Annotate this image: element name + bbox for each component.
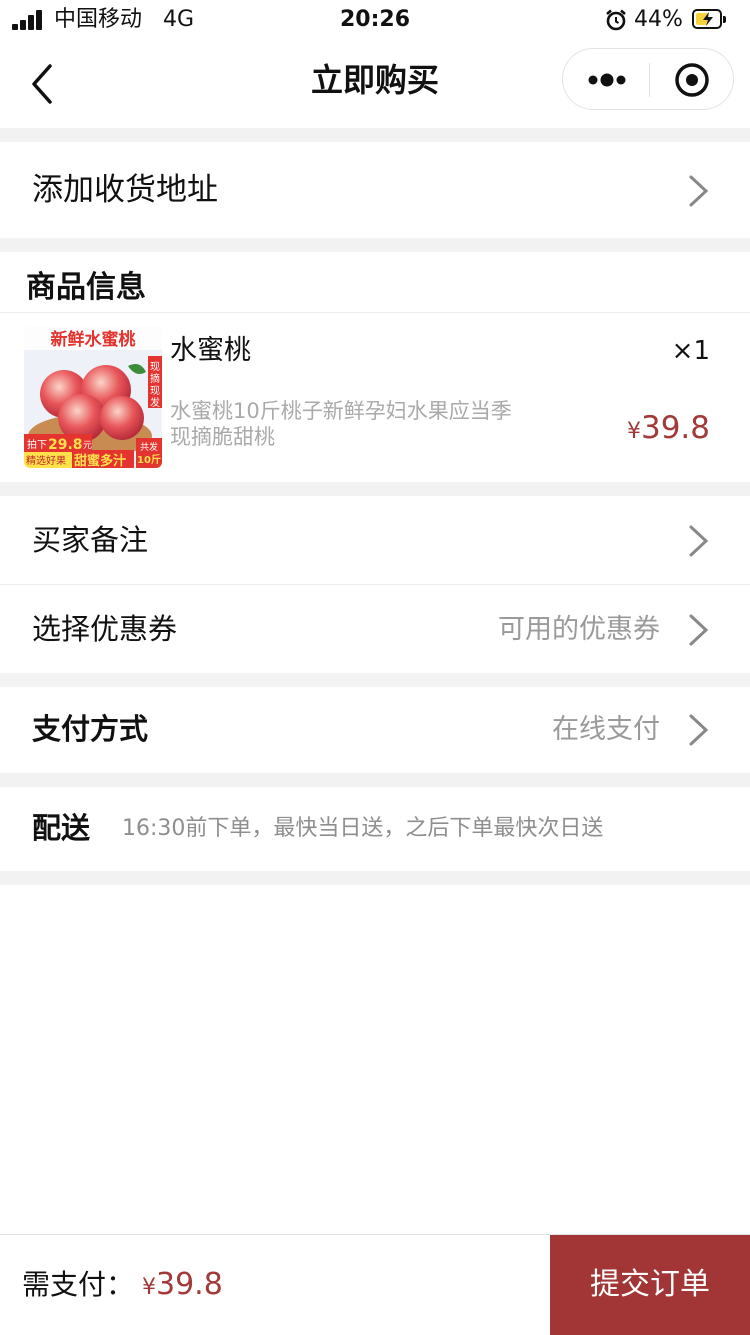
select-coupon-row[interactable]: 选择优惠券 可用的优惠券 [0,585,750,673]
product-name[interactable]: 水蜜桃 [170,334,251,368]
product-image[interactable]: 新鲜水蜜桃 现摘现发 拍下 29.8 元 精选好果 甜蜜多汁 共发 10斤 [24,326,162,468]
mini-program-capsule [562,48,734,110]
section-gap [0,773,750,787]
section-gap [0,673,750,687]
peach-image: 新鲜水蜜桃 现摘现发 拍下 29.8 元 精选好果 甜蜜多汁 共发 10斤 [24,326,162,468]
payment-method-row[interactable]: 支付方式 在线支付 [0,687,750,773]
chevron-right-icon [689,175,709,207]
amount-currency: ¥ [142,1275,156,1300]
tagline-two: 甜蜜多汁 [74,453,126,468]
promo-prefix: 拍下 [27,438,47,451]
product-description: 水蜜桃10斤桃子新鲜孕妇水果应当季现摘脆甜桃 [170,399,512,449]
weight-label: 10斤 [137,453,161,466]
banner-text: 新鲜水蜜桃 [51,329,136,350]
buyer-remarks-row[interactable]: 买家备注 [0,496,750,584]
back-icon[interactable] [22,60,62,108]
battery-icon [692,9,726,29]
battery-percentage: 44% [634,7,683,32]
price-value: 39.8 [640,410,710,446]
divider [0,312,750,313]
chevron-right-icon [689,614,709,646]
status-bar: 中国移动 4G 20:26 44% [0,0,750,40]
submit-order-button[interactable]: 提交订单 [550,1235,750,1335]
payment-method-label: 支付方式 [32,712,149,746]
alarm-icon [606,9,626,31]
delivery-label: 配送 [32,811,91,845]
product-quantity: ×1 [671,336,710,366]
section-gap [0,871,750,885]
section-gap [0,128,750,142]
navigation-bar: 立即购买 [0,40,750,128]
checkout-bar: 需支付： ¥39.8 提交订单 [0,1234,750,1335]
amount-value: 39.8 [156,1267,223,1302]
buyer-remarks-label: 买家备注 [32,523,149,557]
section-gap [0,238,750,252]
chevron-right-icon [689,525,709,557]
coupon-value: 可用的优惠券 [498,614,660,645]
product-price: ¥39.8 [627,408,710,452]
tagline-one: 精选好果 [26,454,66,467]
promo-unit: 元 [83,441,92,451]
amount-due-label: 需支付： [22,1268,135,1301]
product-section-title: 商品信息 [26,270,146,305]
payment-method-value: 在线支付 [552,714,660,745]
weight-prefix: 共发 [140,441,158,453]
close-miniprogram-icon[interactable] [650,49,734,109]
add-address-label: 添加收货地址 [32,172,218,208]
delivery-info: 16:30前下单，最快当日送，之后下单最快次日送 [122,816,604,841]
section-gap [0,482,750,496]
more-icon[interactable] [563,49,649,109]
select-coupon-label: 选择优惠券 [32,612,178,646]
amount-due: ¥39.8 [142,1265,223,1308]
chevron-right-icon [689,714,709,746]
add-address-row[interactable]: 添加收货地址 [0,142,750,238]
price-currency: ¥ [626,419,641,444]
